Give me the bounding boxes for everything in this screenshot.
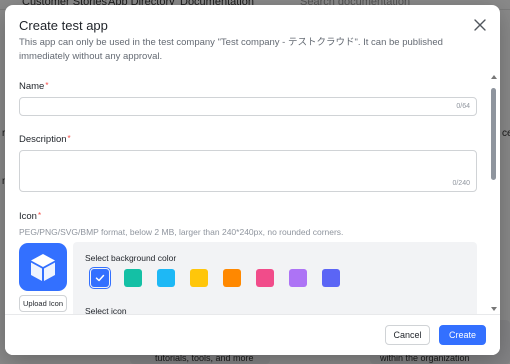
description-label: Description* (19, 134, 71, 145)
name-label: Name* (19, 81, 48, 92)
select-icon-label: Select icon (85, 306, 127, 314)
color-swatch[interactable] (322, 269, 340, 287)
required-mark: * (67, 134, 71, 143)
icon-format-hint: PEG/PNG/SVG/BMP format, below 2 MB, larg… (19, 227, 344, 237)
color-swatch[interactable] (190, 269, 208, 287)
cancel-button[interactable]: Cancel (385, 325, 430, 345)
color-swatch[interactable] (256, 269, 274, 287)
background-color-label: Select background color (85, 253, 177, 263)
close-button[interactable] (472, 17, 488, 33)
description-char-counter: 0/240 (452, 180, 470, 187)
check-icon (95, 274, 105, 282)
form-scroll-area: Name* 0/64 Description* 0/240 Icon* PEG/… (5, 73, 500, 314)
cube-icon (31, 254, 55, 281)
color-swatch[interactable] (223, 269, 241, 287)
dialog-footer: Cancel Create (5, 314, 500, 355)
icon-label: Icon* (19, 211, 41, 222)
color-swatch[interactable] (157, 269, 175, 287)
icon-label-text: Icon (19, 211, 37, 222)
name-label-text: Name (19, 81, 45, 92)
required-mark: * (37, 211, 42, 220)
name-input[interactable]: 0/64 (19, 97, 477, 116)
app-icon-preview (19, 243, 67, 291)
dialog-title: Create test app (19, 18, 108, 33)
upload-icon-button[interactable]: Upload Icon (19, 295, 67, 312)
description-label-text: Description (19, 134, 67, 145)
create-button[interactable]: Create (439, 325, 486, 345)
color-swatch[interactable] (124, 269, 142, 287)
description-textarea[interactable]: 0/240 (19, 150, 477, 192)
color-swatch[interactable] (289, 269, 307, 287)
close-icon (474, 19, 486, 31)
icon-picker-panel: Select background color Select icon (73, 242, 477, 314)
create-test-app-dialog: Create test app This app can only be use… (5, 5, 500, 355)
color-swatch[interactable] (88, 266, 112, 290)
dialog-description: This app can only be used in the test co… (19, 37, 443, 62)
required-mark: * (45, 81, 49, 90)
name-char-counter: 0/64 (456, 103, 470, 110)
